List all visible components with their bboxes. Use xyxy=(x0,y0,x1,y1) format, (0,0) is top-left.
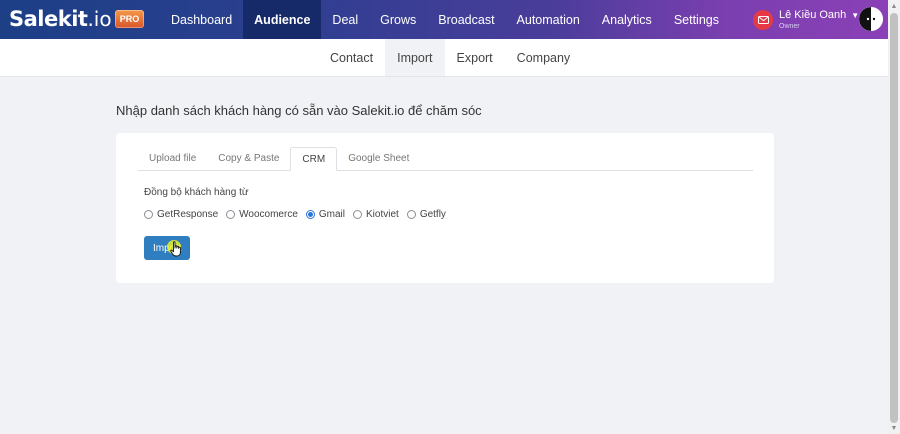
radio-getfly[interactable]: Getfly xyxy=(406,209,446,220)
hand-cursor-icon xyxy=(170,241,182,262)
nav-item-deal[interactable]: Deal xyxy=(321,0,369,39)
tab-crm[interactable]: CRM xyxy=(290,147,338,171)
tab-copy-paste[interactable]: Copy & Paste xyxy=(207,147,290,170)
logo-text: Salekit xyxy=(9,7,88,31)
user-menu[interactable]: Lê Kiều Oanh ▼ Owner xyxy=(753,6,859,34)
tab-google-sheet[interactable]: Google Sheet xyxy=(337,147,420,170)
radio-button-checked[interactable] xyxy=(305,210,315,219)
salekit-logo[interactable]: Salekit .io xyxy=(9,6,112,32)
sync-label: Đồng bộ khách hàng từ xyxy=(144,187,249,198)
nav-item-audience[interactable]: Audience xyxy=(243,0,322,39)
nav-item-automation[interactable]: Automation xyxy=(506,0,591,39)
subtab-company[interactable]: Company xyxy=(505,39,583,76)
mail-icon[interactable] xyxy=(753,10,773,30)
subtab-import[interactable]: Import xyxy=(385,39,445,76)
scroll-up-icon[interactable]: ▲ xyxy=(888,0,900,12)
nav-item-broadcast[interactable]: Broadcast xyxy=(427,0,505,39)
nav-item-grows[interactable]: Grows xyxy=(369,0,427,39)
nav-item-settings[interactable]: Settings xyxy=(663,0,730,39)
top-navbar: Salekit .io PRO Dashboard Audience Deal G… xyxy=(0,0,888,39)
radio-label: Gmail xyxy=(318,209,346,220)
radio-label: Woocomerce xyxy=(239,209,298,220)
avatar[interactable] xyxy=(859,7,883,31)
audience-subnav: Contact Import Export Company xyxy=(318,39,582,76)
crm-source-radio-group: GetResponse Woocomerce Gmail Kiotviet Ge… xyxy=(144,209,454,220)
import-tabs: Upload file Copy & Paste CRM Google Shee… xyxy=(138,147,753,171)
logo-suffix: .io xyxy=(87,7,112,31)
radio-button[interactable] xyxy=(406,210,416,219)
nav-item-dashboard[interactable]: Dashboard xyxy=(160,0,243,39)
radio-woocomerce[interactable]: Woocomerce xyxy=(226,209,298,220)
user-role: Owner xyxy=(779,23,800,30)
radio-button[interactable] xyxy=(353,210,363,219)
page-scrollbar[interactable]: ▲ ▼ xyxy=(888,0,900,434)
radio-kiotviet[interactable]: Kiotviet xyxy=(353,209,399,220)
radio-button[interactable] xyxy=(226,210,236,219)
radio-gmail[interactable]: Gmail xyxy=(305,209,346,220)
radio-getresponse[interactable]: GetResponse xyxy=(144,209,218,220)
pro-badge: PRO xyxy=(115,10,144,28)
subtab-export[interactable]: Export xyxy=(445,39,505,76)
caret-down-icon[interactable]: ▼ xyxy=(851,11,859,20)
import-card: Upload file Copy & Paste CRM Google Shee… xyxy=(116,133,774,283)
radio-label: Kiotviet xyxy=(366,209,399,220)
subtab-contact[interactable]: Contact xyxy=(318,39,385,76)
nav-item-analytics[interactable]: Analytics xyxy=(591,0,663,39)
main-nav: Dashboard Audience Deal Grows Broadcast … xyxy=(160,0,730,39)
user-name: Lê Kiều Oanh xyxy=(779,9,847,21)
radio-label: GetResponse xyxy=(157,209,219,220)
radio-button[interactable] xyxy=(144,210,153,219)
tab-upload-file[interactable]: Upload file xyxy=(138,147,207,170)
scroll-down-icon[interactable]: ▼ xyxy=(888,422,900,434)
scrollbar-thumb[interactable] xyxy=(890,13,898,423)
page-title: Nhập danh sách khách hàng có sẵn vào Sal… xyxy=(116,103,482,118)
sub-navbar: Contact Import Export Company xyxy=(0,39,888,77)
radio-label: Getfly xyxy=(419,209,446,220)
